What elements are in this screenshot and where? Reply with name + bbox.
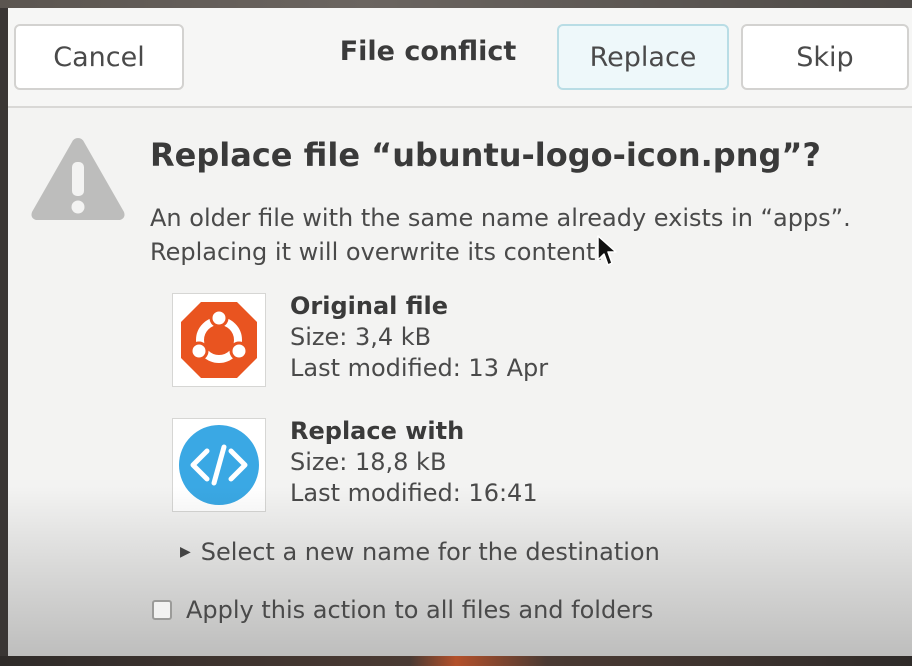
apply-all-checkbox[interactable] [152, 600, 172, 620]
apply-all-row: Apply this action to all files and folde… [152, 596, 653, 624]
code-icon [179, 425, 259, 505]
original-file-size: Size: 3,4 kB [290, 323, 432, 351]
skip-button[interactable]: Skip [741, 24, 909, 90]
conflict-heading: Replace file “ubuntu-logo-icon.png”? [150, 136, 821, 174]
rename-expander-label: Select a new name for the destination [200, 538, 660, 566]
description-line-2: Replacing it will overwrite its content. [150, 238, 604, 266]
expander-triangle-icon: ▶ [180, 544, 191, 560]
replace-button[interactable]: Replace [557, 24, 729, 90]
apply-all-label[interactable]: Apply this action to all files and folde… [186, 596, 653, 624]
cancel-button[interactable]: Cancel [14, 24, 184, 90]
warning-icon [31, 138, 125, 220]
replacement-file-size: Size: 18,8 kB [290, 448, 447, 476]
original-file-block: Original file Size: 3,4 kB Last modified… [172, 291, 548, 387]
replacement-file-block: Replace with Size: 18,8 kB Last modified… [172, 416, 538, 512]
conflict-description: An older file with the same name already… [150, 201, 900, 269]
rename-expander[interactable]: ▶ Select a new name for the destination [180, 538, 660, 566]
original-file-modified: Last modified: 13 Apr [290, 354, 549, 382]
replacement-file-thumbnail [172, 418, 266, 512]
dialog-title: File conflict [339, 36, 517, 67]
replacement-file-title: Replace with [290, 417, 465, 445]
ubuntu-logo-icon [181, 302, 257, 378]
mouse-pointer-icon [597, 235, 617, 266]
original-file-title: Original file [290, 292, 449, 320]
replacement-file-modified: Last modified: 16:41 [290, 479, 538, 507]
original-file-info: Original file Size: 3,4 kB Last modified… [290, 291, 548, 384]
replacement-file-info: Replace with Size: 18,8 kB Last modified… [290, 416, 538, 509]
description-line-1: An older file with the same name already… [150, 204, 851, 232]
desktop-background-top [0, 0, 912, 8]
desktop-background-bottom [0, 656, 912, 666]
file-conflict-dialog: Cancel File conflict Replace Skip Replac… [8, 8, 912, 656]
dialog-headerbar: Cancel File conflict Replace Skip [8, 8, 912, 108]
original-file-thumbnail [172, 293, 266, 387]
